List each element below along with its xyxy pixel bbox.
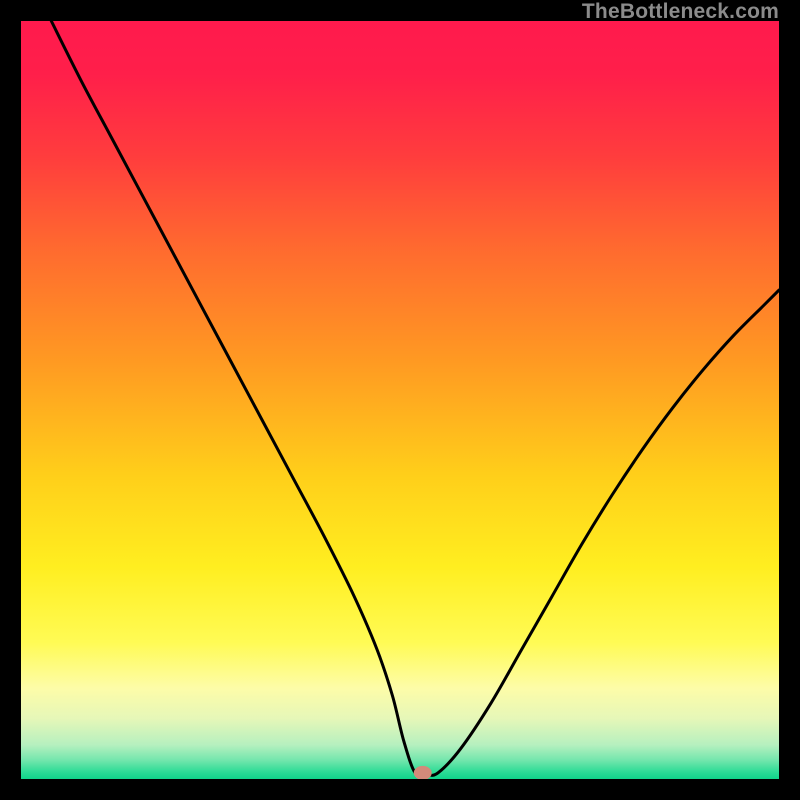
chart-svg	[21, 21, 779, 779]
chart-frame: TheBottleneck.com	[0, 0, 800, 800]
gradient-background	[21, 21, 779, 779]
plot-area	[21, 21, 779, 779]
